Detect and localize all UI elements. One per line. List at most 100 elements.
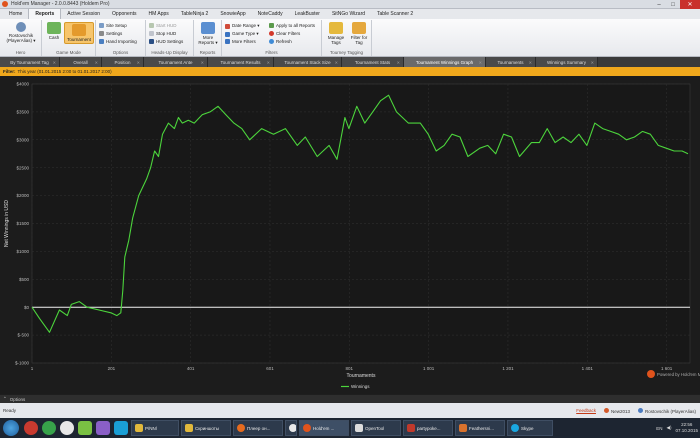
- apply-to-all-reports-button[interactable]: Apply to all Reports: [269, 23, 315, 28]
- clock[interactable]: 22:56 07.10.2015: [675, 422, 698, 434]
- tournament-mode-button[interactable]: Tournament: [64, 22, 94, 44]
- folder-icon: [135, 424, 143, 432]
- menu-tab-tableninja[interactable]: TableNinja 2: [175, 9, 215, 19]
- taskbar-app-skype[interactable]: Skype: [507, 420, 553, 436]
- utorrent-icon[interactable]: [42, 421, 56, 435]
- menu-tab-home[interactable]: Home: [3, 9, 28, 19]
- tab-by-tournament-tag[interactable]: By Tournament Tag ✕: [0, 57, 60, 67]
- hero-selector-button[interactable]: Rostovschik (PlayerAlias) ▾: [3, 22, 39, 44]
- menu-tab-notecaddy[interactable]: NoteCaddy: [252, 9, 289, 19]
- close-tab-icon[interactable]: ✕: [137, 60, 140, 65]
- menu-tab-snowieapp[interactable]: SnowieApp: [214, 9, 251, 19]
- watermark-logo-icon: [647, 370, 655, 378]
- game-type-label: Game Type ▾: [232, 31, 259, 36]
- date-range-dropdown[interactable]: Date Range ▾: [225, 23, 260, 29]
- close-tab-icon[interactable]: ✕: [591, 60, 594, 65]
- hud-settings-icon: [149, 39, 154, 44]
- taskbar-app-feathersnipe[interactable]: Feathersni...: [455, 420, 505, 436]
- start-button-icon[interactable]: [3, 420, 19, 436]
- language-indicator[interactable]: EN: [656, 426, 662, 431]
- tab-tournament-results[interactable]: Tournament Results ✕: [208, 57, 274, 67]
- taskbar-app-pnnl[interactable]: P/NNl: [131, 420, 179, 436]
- tab-label: Tournament Stack Size: [284, 59, 331, 65]
- x-tick-label: 1 201: [502, 366, 514, 371]
- player-indicator[interactable]: Rostovschik (PlayerAlias): [637, 407, 696, 414]
- hud-settings-button[interactable]: HUD Settings: [149, 39, 183, 44]
- media-player-icon[interactable]: [60, 421, 74, 435]
- minimize-button[interactable]: –: [652, 0, 666, 9]
- site-setup-button[interactable]: Site Setup: [99, 23, 127, 28]
- cash-mode-button[interactable]: Cash: [45, 22, 63, 40]
- windows-taskbar: P/NNl Скриншоты Плеер он... Hold'em ... …: [0, 418, 700, 438]
- menu-tab-active-session[interactable]: Active Session: [61, 9, 106, 19]
- tab-tournament-ante[interactable]: Tournament Ante ✕: [144, 57, 208, 67]
- taskbar-app-holdem-manager[interactable]: Hold'em ...: [299, 420, 349, 436]
- play-icon: [149, 23, 154, 28]
- more-reports-button[interactable]: More Reports ▾: [196, 22, 220, 46]
- options-label: Options: [9, 396, 26, 402]
- player-icon: [637, 407, 643, 413]
- vs-icon[interactable]: [96, 421, 110, 435]
- taskbar-app-partypoker[interactable]: partypoke...: [403, 420, 453, 436]
- more-filters-button[interactable]: More Filters: [225, 39, 256, 44]
- tab-winnings-summary[interactable]: Winnings Summary ✕: [536, 57, 598, 67]
- y-tick-label: $3500: [16, 110, 29, 115]
- game-type-icon: [225, 31, 230, 37]
- game-type-dropdown[interactable]: Game Type ▾: [225, 31, 259, 37]
- firefox-icon: [237, 424, 245, 432]
- report-tabs: By Tournament Tag ✕ Overall ✕ Position ✕ To…: [0, 57, 700, 67]
- options-bar[interactable]: ⌃ Options: [0, 395, 700, 403]
- site-setup-label: Site Setup: [106, 23, 127, 28]
- tab-overall[interactable]: Overall ✕: [60, 57, 102, 67]
- user-avatar-icon: [16, 22, 26, 32]
- close-tab-icon[interactable]: ✕: [201, 60, 204, 65]
- close-tab-icon[interactable]: ✕: [267, 60, 270, 65]
- opera-icon[interactable]: [24, 421, 38, 435]
- menu-tab-sitngo-wizard[interactable]: SitNGo Wizard: [326, 9, 371, 19]
- menu-tab-hm-apps[interactable]: HM Apps: [143, 9, 175, 19]
- status-ready: Ready: [3, 408, 17, 413]
- close-tab-icon[interactable]: ✕: [397, 60, 400, 65]
- taskbar-app-opentool[interactable]: OpenTool: [351, 420, 401, 436]
- menu-tab-table-scanner[interactable]: Table Scanner 2: [371, 9, 419, 19]
- close-button[interactable]: ✕: [680, 0, 700, 9]
- app-icon[interactable]: [114, 421, 128, 435]
- close-tab-icon[interactable]: ✕: [53, 60, 56, 65]
- close-tab-icon[interactable]: ✕: [529, 60, 532, 65]
- database-indicator[interactable]: New2013: [603, 407, 630, 414]
- trophy-icon: [72, 24, 86, 36]
- filter-bar[interactable]: Filter: This year (01.01.2015 2:00 to 01…: [0, 67, 700, 76]
- maximize-button[interactable]: □: [666, 0, 680, 9]
- settings-button[interactable]: Settings: [99, 31, 122, 36]
- apply-all-label: Apply to all Reports: [276, 23, 316, 28]
- menu-tab-opponents[interactable]: Opponents: [106, 9, 142, 19]
- feedback-link[interactable]: Feedback: [576, 408, 596, 413]
- start-hud-button[interactable]: Start HUD: [149, 23, 177, 28]
- menu-tab-reports[interactable]: Reports: [28, 8, 62, 19]
- close-tab-icon[interactable]: ✕: [335, 60, 338, 65]
- refresh-button[interactable]: Refresh: [269, 39, 292, 44]
- x-tick-label: 201: [108, 366, 116, 371]
- taskbar-app-screenshots[interactable]: Скриншоты: [181, 420, 231, 436]
- clear-filters-label: Clear Filters: [276, 31, 301, 36]
- tab-tournament-stats[interactable]: Tournament Stats ✕: [342, 57, 404, 67]
- legend-label: Winnings: [351, 384, 370, 389]
- close-tab-icon[interactable]: ✕: [479, 60, 482, 65]
- tab-tournament-stack-size[interactable]: Tournament Stack Size ✕: [274, 57, 342, 67]
- more-reports-label: More Reports ▾: [198, 35, 218, 45]
- manage-tags-button[interactable]: Manage Tags: [325, 22, 347, 45]
- close-tab-icon[interactable]: ✕: [95, 60, 98, 65]
- tab-tournaments[interactable]: Tournaments ✕: [486, 57, 536, 67]
- volume-icon[interactable]: ◀): [667, 425, 672, 431]
- tab-tournament-winnings-graph[interactable]: Tournament Winnings Graph ✕: [404, 57, 486, 67]
- game-icon[interactable]: [78, 421, 92, 435]
- stop-hud-button[interactable]: Stop HUD: [149, 31, 176, 36]
- taskbar-app-firefox[interactable]: Плеер он...: [233, 420, 283, 436]
- filter-for-tag-button[interactable]: Filter for Tag: [348, 22, 370, 45]
- cash-label: Cash: [48, 35, 60, 40]
- menu-tab-leakbuster[interactable]: LeakBuster: [289, 9, 326, 19]
- tab-position[interactable]: Position ✕: [102, 57, 144, 67]
- clear-filters-button[interactable]: Clear Filters: [269, 31, 300, 36]
- taskbar-app-yandex[interactable]: [285, 420, 297, 436]
- hand-importing-button[interactable]: Hand Importing: [99, 39, 137, 44]
